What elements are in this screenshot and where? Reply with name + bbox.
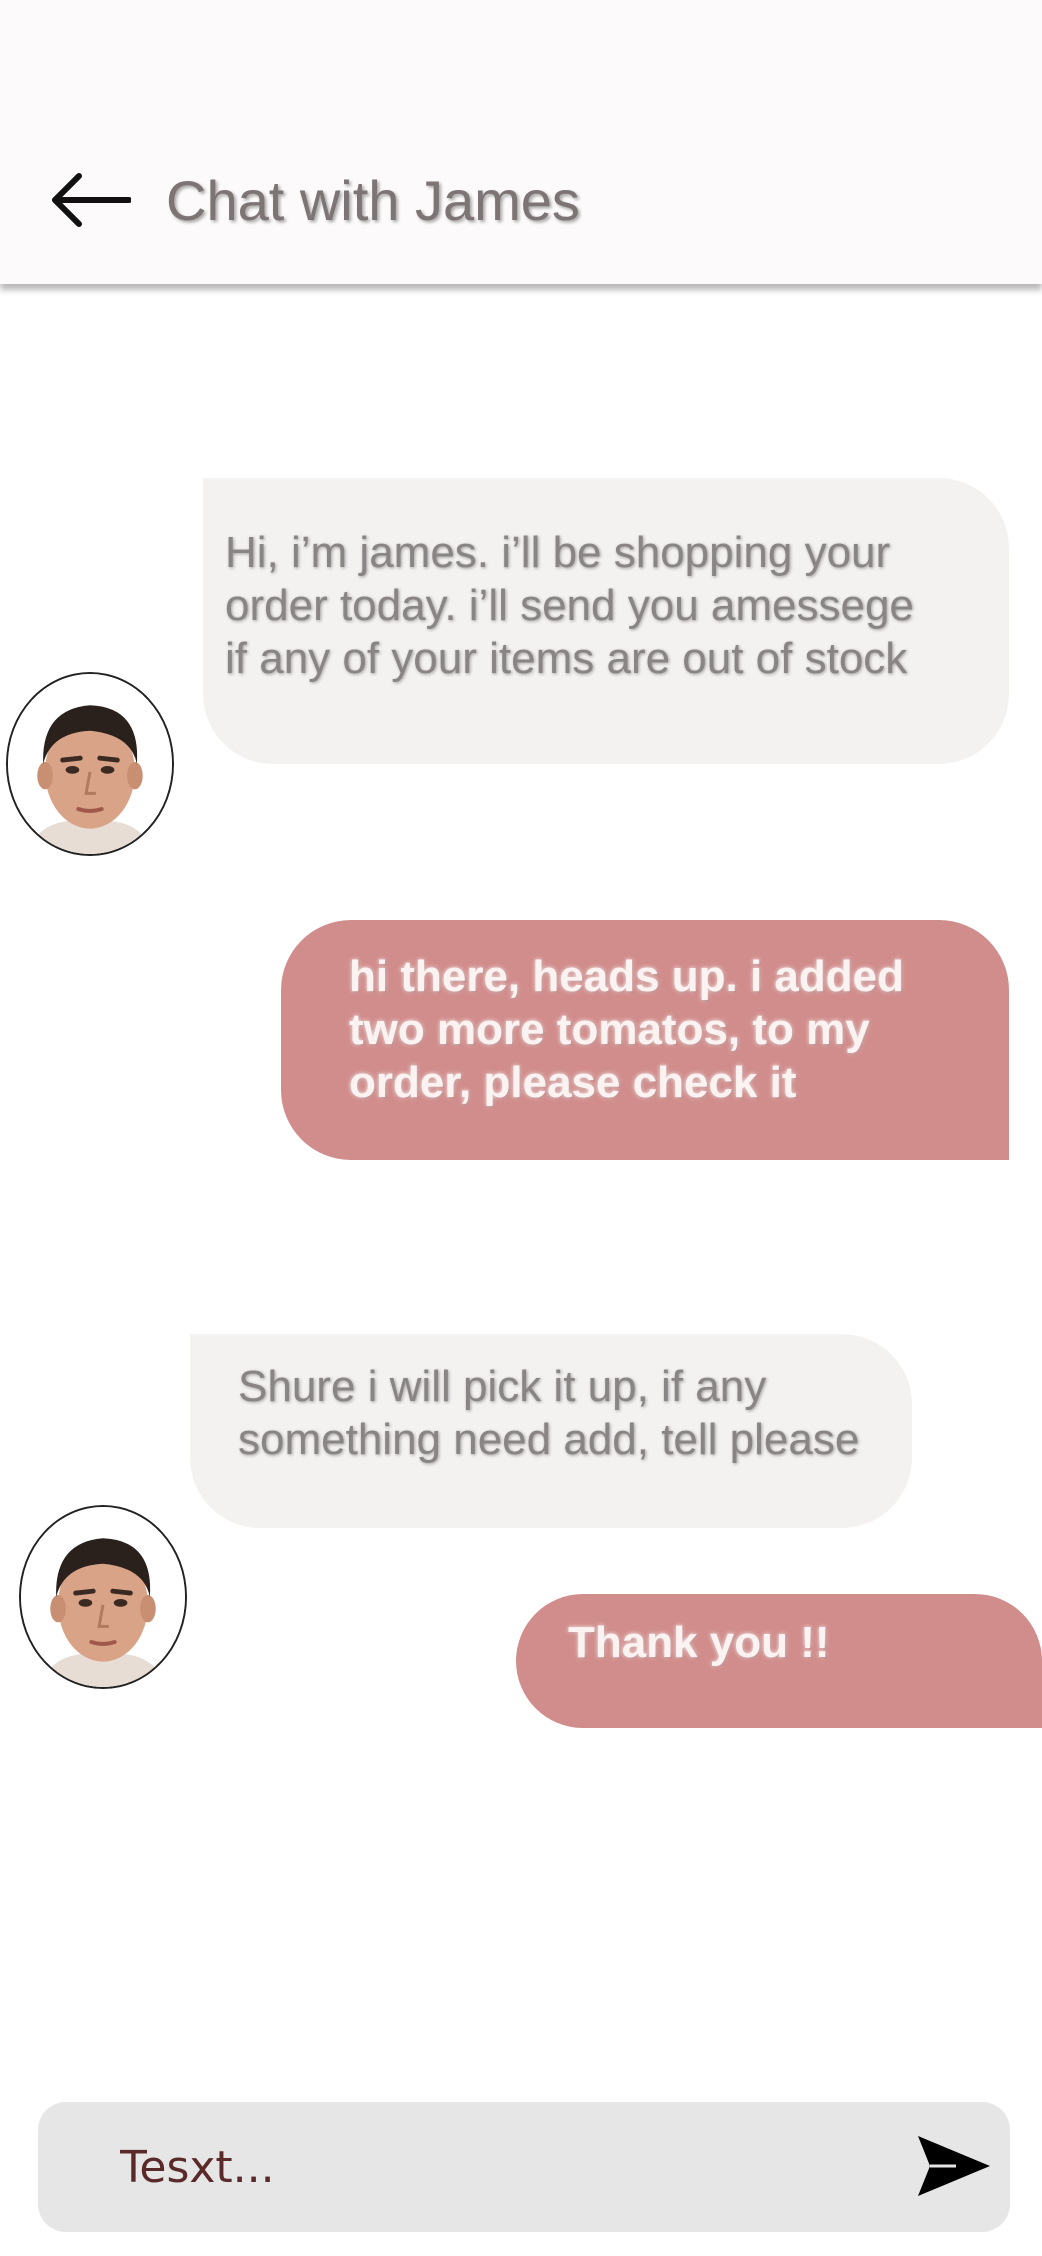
message-input[interactable] [120,2132,900,2202]
chat-header: Chat with James [0,0,1042,284]
send-icon [918,2136,990,2196]
outgoing-message-bubble: Thank you !! [516,1594,1042,1728]
incoming-message-bubble: Shure i will pick it up, if any somethin… [190,1334,912,1528]
message-composer [38,2102,1010,2232]
back-button[interactable] [44,164,136,236]
arrow-left-icon [52,173,131,227]
outgoing-message-bubble: hi there, heads up. i added two more tom… [281,920,1009,1160]
incoming-message-bubble: Hi, i’m james. i’ll be shopping your ord… [203,478,1009,764]
james-avatar [19,1505,187,1689]
send-button[interactable] [912,2124,996,2208]
james-avatar [6,672,174,856]
page-title: Chat with James [166,169,580,232]
